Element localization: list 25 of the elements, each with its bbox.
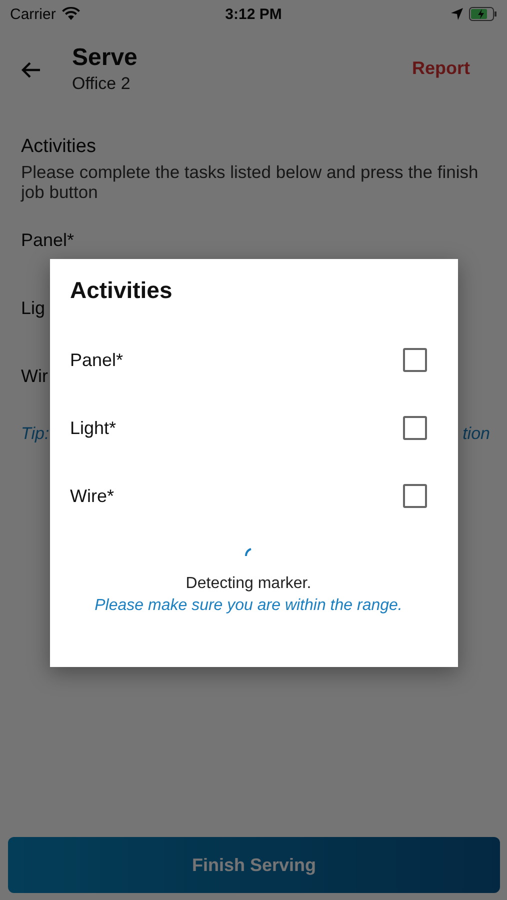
activity-label: Panel* bbox=[70, 350, 124, 370]
tip-text: tion bbox=[462, 424, 490, 444]
page-subtitle: Office 2 bbox=[72, 74, 132, 94]
tip-text: Tip: bbox=[21, 424, 50, 444]
clock-time: 3:12 PM bbox=[225, 6, 282, 22]
checkbox[interactable] bbox=[403, 416, 427, 440]
checkbox[interactable] bbox=[403, 484, 427, 508]
carrier-label: Carrier bbox=[10, 6, 56, 22]
dialog-title: Activities bbox=[70, 277, 174, 304]
location-icon bbox=[450, 8, 463, 20]
wifi-icon bbox=[62, 7, 80, 21]
page-title: Serve bbox=[72, 44, 138, 72]
section-title: Activities bbox=[21, 136, 97, 158]
battery-icon bbox=[468, 7, 497, 21]
range-hint: Please make sure you are within the range. bbox=[94, 597, 402, 615]
activity-label: Panel* bbox=[21, 228, 74, 252]
finish-serving-button[interactable]: Finish Serving bbox=[8, 837, 500, 893]
activity-label: Lig bbox=[21, 296, 46, 320]
report-link[interactable]: Report bbox=[412, 58, 470, 79]
detecting-status: Detecting marker. bbox=[186, 575, 312, 593]
checkbox[interactable] bbox=[403, 348, 427, 372]
section-description: Please complete the tasks listed below and press the finish job button bbox=[21, 162, 480, 202]
activity-label: Wire* bbox=[70, 486, 114, 506]
activity-label: Wir bbox=[21, 364, 48, 388]
activity-label: Light* bbox=[70, 418, 116, 438]
